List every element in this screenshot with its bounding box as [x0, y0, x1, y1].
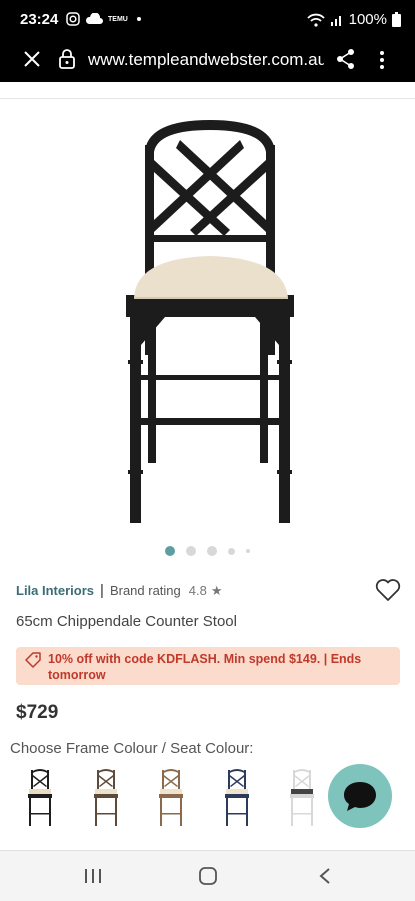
close-icon[interactable] — [22, 49, 42, 69]
brand-rating-row: Lila Interiors | Brand rating 4.8 ★ — [16, 582, 223, 599]
signal-icon — [330, 15, 341, 26]
notification-dot-icon — [136, 17, 141, 21]
chat-button[interactable] — [328, 764, 392, 828]
swatch-black-natural[interactable] — [22, 768, 58, 828]
instagram-icon — [66, 12, 80, 26]
url-text[interactable]: www.templeandwebster.com.au/6 — [88, 50, 324, 70]
divider: | — [100, 582, 104, 599]
promo-text: 10% off with code KDFLASH. Min spend $14… — [48, 652, 362, 682]
battery-percent: 100% — [348, 11, 387, 28]
cloud-icon — [86, 13, 103, 24]
product-title: 65cm Chippendale Counter Stool — [16, 613, 237, 630]
wishlist-heart-icon[interactable] — [375, 578, 401, 602]
tag-icon — [25, 652, 41, 668]
carousel-dot-4[interactable] — [228, 547, 235, 555]
brand-rating-value: 4.8 — [188, 583, 207, 598]
promo-banner: 10% off with code KDFLASH. Min spend $14… — [16, 647, 400, 685]
carousel-dot-2[interactable] — [186, 546, 196, 556]
page-top-divider — [0, 82, 415, 99]
brand-rating-label: Brand rating — [109, 583, 181, 598]
more-vert-icon[interactable] — [375, 49, 389, 71]
carousel-dot-5[interactable] — [246, 549, 250, 553]
back-icon[interactable] — [318, 867, 332, 885]
product-price: $729 — [16, 702, 59, 723]
chat-bubble-icon — [344, 782, 376, 811]
swatch-navy-natural[interactable] — [219, 768, 255, 828]
product-image-gallery[interactable] — [0, 100, 415, 530]
temu-icon: TEMU — [108, 15, 128, 23]
share-icon[interactable] — [336, 48, 356, 70]
carousel-dots[interactable] — [0, 544, 415, 558]
home-icon[interactable] — [199, 867, 217, 885]
bar-stool-image — [126, 120, 294, 523]
star-icon: ★ — [210, 582, 223, 598]
swatch-oak-natural[interactable] — [153, 768, 189, 828]
browser-url-bar: www.templeandwebster.com.au/6 — [0, 40, 415, 82]
wifi-icon — [306, 13, 325, 27]
swatch-brown-natural[interactable] — [88, 768, 124, 828]
status-time: 23:24 — [20, 11, 59, 28]
swatch-white-grey[interactable] — [284, 768, 320, 828]
brand-link[interactable]: Lila Interiors — [16, 583, 94, 598]
recent-apps-icon[interactable] — [82, 868, 104, 884]
carousel-dot-1[interactable] — [165, 546, 175, 556]
carousel-dot-3[interactable] — [207, 546, 217, 556]
colour-option-label: Choose Frame Colour / Seat Colour: — [10, 740, 254, 757]
lock-icon[interactable] — [58, 49, 76, 69]
status-bar: 23:24 TEMU 100% — [0, 0, 415, 40]
battery-icon — [392, 12, 401, 27]
system-nav-bar — [0, 850, 415, 901]
